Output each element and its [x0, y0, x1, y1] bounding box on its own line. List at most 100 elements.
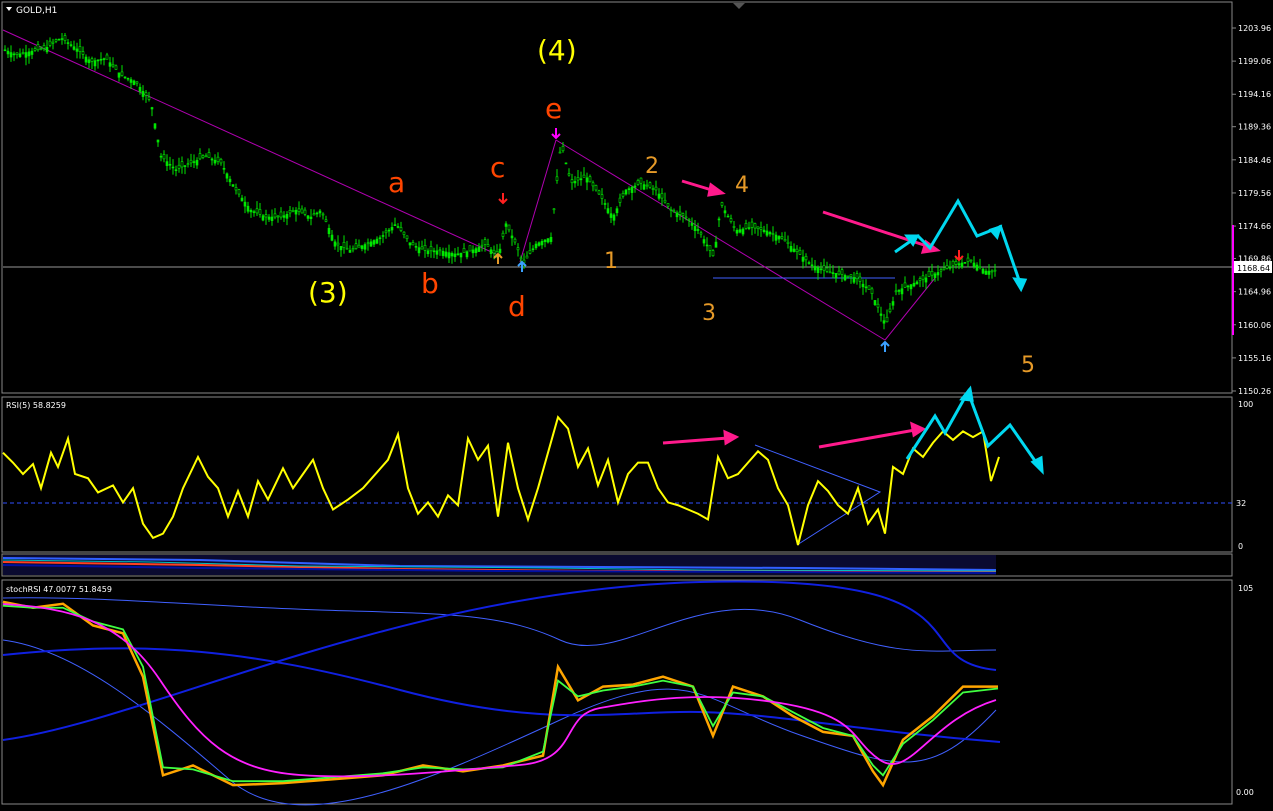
- candle-body: [369, 241, 373, 247]
- candle-body: [180, 161, 184, 168]
- candle-body: [540, 241, 544, 246]
- candle-body: [612, 214, 616, 221]
- candle-body: [246, 205, 250, 212]
- candle-body: [696, 229, 700, 231]
- candle-body: [279, 211, 283, 218]
- candle-body: [882, 320, 886, 324]
- candle-body: [327, 227, 331, 234]
- candle-body: [921, 275, 925, 280]
- candle-body: [267, 216, 271, 220]
- candle-body: [912, 282, 916, 287]
- candle-body: [651, 188, 655, 190]
- candle-body: [39, 48, 43, 50]
- candle-body: [831, 272, 835, 274]
- candle-body: [18, 53, 22, 58]
- candle-body: [57, 38, 61, 41]
- candle-body: [408, 242, 412, 246]
- candle-body: [330, 234, 334, 241]
- candle-body: [978, 266, 982, 269]
- candle-body: [861, 283, 865, 288]
- candle-body: [687, 219, 691, 221]
- candle-body: [120, 71, 124, 76]
- candle-body: [663, 199, 667, 203]
- candle-body: [264, 214, 268, 218]
- candle-body: [3, 49, 7, 52]
- candle-body: [489, 249, 493, 254]
- candle-body: [609, 213, 613, 218]
- candle-body: [456, 253, 460, 256]
- candle-body: [309, 216, 313, 219]
- candle-body: [261, 215, 265, 221]
- candle-body: [66, 42, 70, 44]
- candle-body: [933, 273, 937, 278]
- candle-body: [507, 224, 511, 231]
- candle-body: [438, 249, 442, 252]
- candle-body: [510, 235, 514, 239]
- candle-body: [243, 201, 247, 207]
- stoch-axis-105: 105: [1238, 584, 1253, 593]
- candle-body: [390, 227, 394, 231]
- candle-body: [621, 193, 625, 197]
- candle-body: [984, 270, 988, 275]
- candle-body: [627, 188, 631, 191]
- candle-body: [168, 163, 172, 166]
- candle-body: [708, 245, 712, 251]
- candle-body: [324, 219, 328, 222]
- candle-body: [531, 248, 535, 251]
- candle-body: [189, 159, 193, 164]
- candle-body: [777, 236, 781, 240]
- candle-body: [69, 44, 73, 46]
- rsi-axis-100: 100: [1238, 400, 1253, 409]
- candle-body: [363, 244, 367, 250]
- candle-body: [810, 264, 814, 267]
- candle-body: [465, 251, 469, 258]
- candle-body: [96, 59, 100, 62]
- candle-body: [738, 229, 742, 233]
- candle-body: [711, 250, 715, 257]
- candle-body: [636, 180, 640, 185]
- candle-body: [219, 159, 223, 164]
- candle-body: [483, 239, 487, 245]
- candle-body: [93, 60, 97, 67]
- candle-body: [477, 246, 481, 252]
- candle-body: [174, 169, 178, 171]
- candle-body: [210, 158, 214, 161]
- candle-body: [513, 238, 517, 243]
- candle-body: [864, 286, 868, 289]
- price-tick-label: 1203.96: [1238, 24, 1271, 33]
- candle-body: [528, 249, 532, 254]
- candle-body: [432, 250, 436, 253]
- candle-body: [786, 241, 790, 244]
- candle-body: [588, 176, 592, 183]
- candle-body: [948, 266, 952, 269]
- candle-body: [741, 228, 745, 235]
- candle-body: [666, 203, 670, 207]
- candle-body: [681, 213, 685, 216]
- candle-body: [597, 190, 601, 195]
- wave-label-c: c: [490, 151, 505, 184]
- candle-body: [291, 210, 295, 212]
- candle-body: [906, 285, 910, 288]
- candle-body: [561, 146, 565, 152]
- candle-body: [288, 210, 292, 214]
- candle-body: [102, 58, 106, 60]
- candle-body: [129, 79, 133, 83]
- candle-body: [726, 215, 730, 218]
- candle-body: [516, 247, 520, 251]
- wave-label-3-major: (3): [308, 276, 348, 309]
- candle-body: [162, 154, 166, 160]
- candle-body: [723, 210, 727, 214]
- candle-body: [417, 247, 421, 254]
- candle-body: [399, 227, 403, 231]
- candle-body: [111, 64, 115, 67]
- wave-label-3: 3: [702, 301, 716, 326]
- candle-body: [234, 187, 238, 191]
- rsi-title: RSI(5) 58.8259: [6, 401, 66, 410]
- candle-body: [87, 59, 91, 64]
- price-tick-label: 1155.16: [1238, 354, 1271, 363]
- candle-body: [567, 173, 571, 176]
- candle-body: [672, 210, 676, 213]
- candle-body: [420, 246, 424, 250]
- candle-body: [150, 107, 154, 110]
- candle-body: [873, 300, 877, 305]
